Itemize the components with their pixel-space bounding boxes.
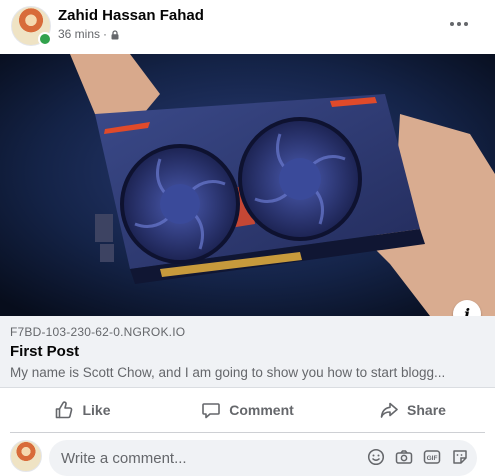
link-domain: F7BD-103-230-62-0.NGROK.IO — [10, 325, 186, 339]
like-label: Like — [82, 402, 111, 418]
link-description: My name is Scott Chow, and I am going to… — [10, 365, 446, 380]
more-horizontal-icon — [450, 22, 454, 26]
gif-icon[interactable]: GIF — [423, 448, 441, 466]
camera-icon[interactable] — [395, 448, 413, 466]
author-name[interactable]: Zahid Hassan Fahad — [58, 7, 204, 24]
online-status-dot — [38, 32, 52, 46]
thumbs-up-icon — [56, 401, 73, 419]
post-card: Zahid Hassan Fahad 36 mins · i F7BD-103-… — [0, 0, 495, 476]
info-icon: i — [463, 304, 471, 317]
author-avatar-wrapper[interactable] — [11, 6, 52, 46]
share-button[interactable]: Share — [330, 392, 495, 428]
comment-icon — [202, 403, 221, 419]
post-image[interactable]: i — [0, 54, 495, 316]
commenter-avatar[interactable] — [10, 440, 42, 472]
share-icon — [380, 402, 398, 418]
link-preview[interactable]: F7BD-103-230-62-0.NGROK.IO First Post My… — [0, 316, 495, 388]
actions-divider — [10, 432, 485, 433]
lock-icon[interactable] — [110, 29, 120, 40]
sticker-icon[interactable] — [451, 448, 469, 466]
share-label: Share — [407, 402, 446, 418]
post-header: Zahid Hassan Fahad 36 mins · — [0, 0, 495, 50]
smiley-icon[interactable] — [367, 448, 385, 466]
comment-button[interactable]: Comment — [165, 392, 330, 428]
comment-label: Comment — [229, 402, 294, 418]
meta-separator: · — [103, 27, 108, 41]
like-button[interactable]: Like — [0, 392, 165, 428]
comment-composer: GIF — [0, 437, 495, 476]
post-actions: Like Comment Share — [0, 392, 495, 428]
post-meta: 36 mins · — [58, 27, 120, 41]
more-dot — [457, 22, 461, 26]
more-dot — [464, 22, 468, 26]
comment-tools: GIF — [367, 448, 469, 466]
svg-text:GIF: GIF — [427, 455, 438, 462]
post-time[interactable]: 36 mins — [58, 27, 100, 41]
graphics-card-photo — [0, 54, 495, 316]
link-title[interactable]: First Post — [10, 343, 79, 360]
more-options-button[interactable] — [445, 12, 473, 36]
